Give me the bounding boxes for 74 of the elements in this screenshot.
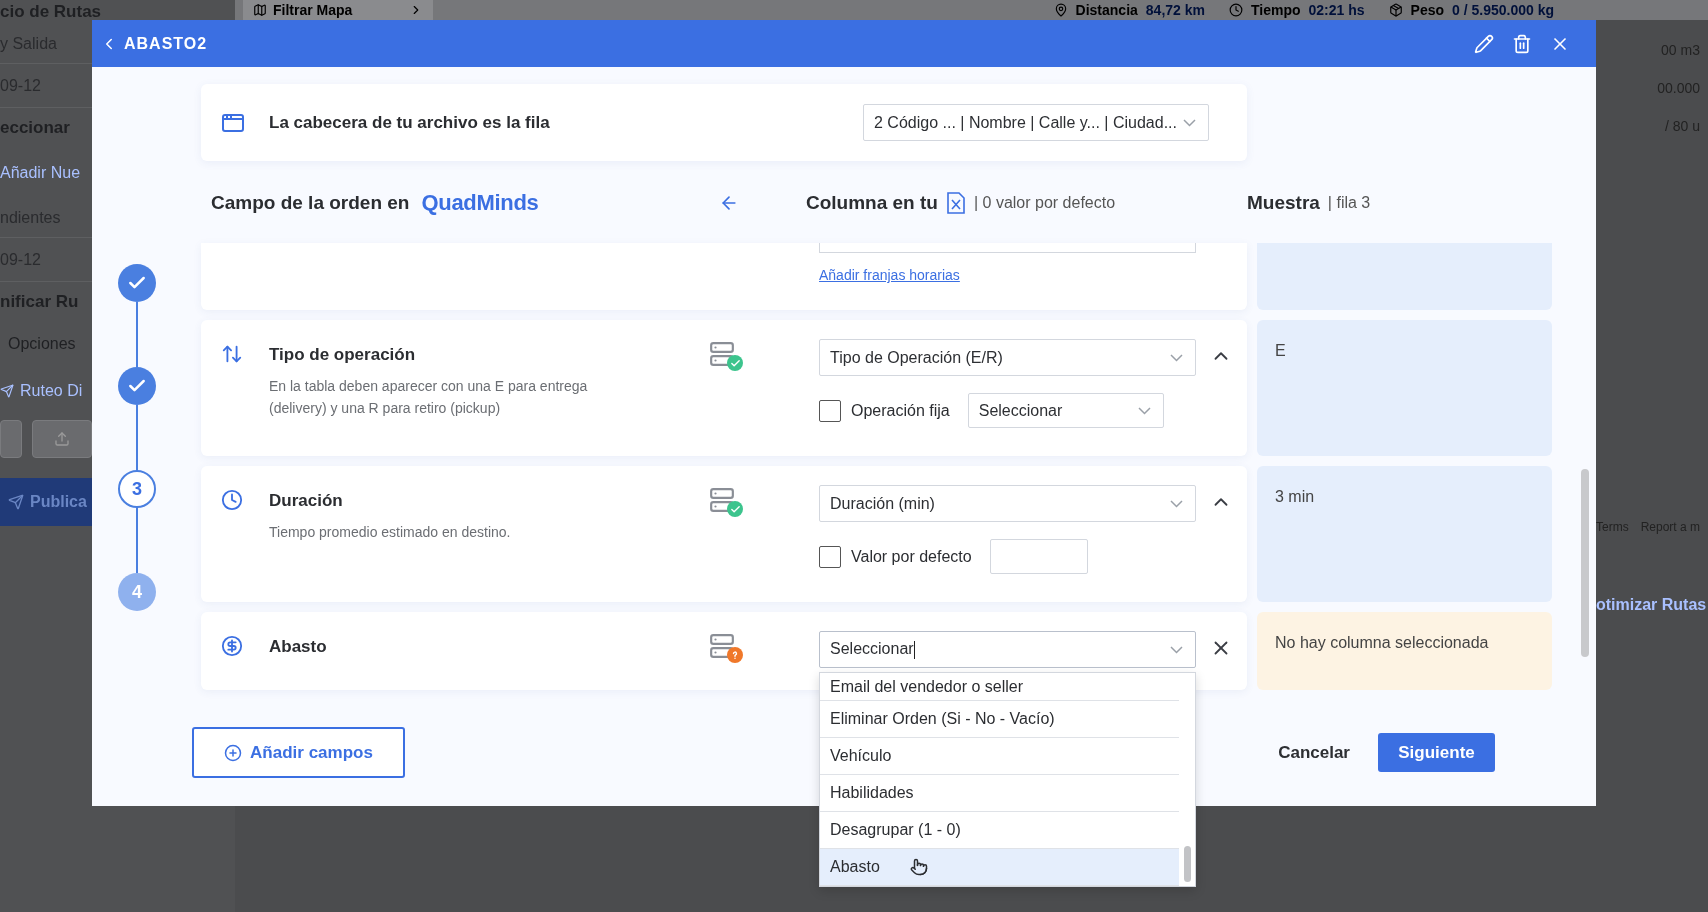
default-value-input[interactable] xyxy=(989,539,1088,574)
stat-icon xyxy=(1388,3,1403,17)
optimize-link[interactable]: otimizar Rutas xyxy=(1596,596,1707,614)
header-row-label: La cabecera de tu archivo es la fila xyxy=(269,112,551,133)
next-button[interactable]: Siguiente xyxy=(1378,733,1495,772)
checkbox-label: Valor por defecto xyxy=(851,547,972,566)
up-down-arrows-icon xyxy=(221,343,243,365)
dropdown-option[interactable]: Eliminar Orden (Si - No - Vacío) xyxy=(820,701,1179,738)
spreadsheet-icon xyxy=(945,192,966,214)
checkbox[interactable] xyxy=(819,399,841,422)
column-select[interactable]: Tipo de Operación (E/R) xyxy=(819,339,1196,376)
stat-value: 0 / 5.950.000 kg xyxy=(1452,2,1554,18)
step-connector xyxy=(136,405,138,470)
step-indicator: 3 xyxy=(118,470,156,508)
stat-label: Distancia xyxy=(1075,2,1138,18)
add-time-windows-link[interactable]: Añadir franjas horarias xyxy=(819,267,960,283)
field-description: En la tabla deben aparecer con una E para entrega (delivery) y una R para retiro (pickup) xyxy=(269,377,589,418)
dropdown-option[interactable]: Email del vendedor o seller xyxy=(820,673,1179,701)
header-row-select[interactable]: 2 Código ... | Nombre | Calle y... | Ciudad... xyxy=(863,104,1209,141)
field-title: Duración xyxy=(269,490,344,511)
sidebar-link[interactable]: Ruteo Di xyxy=(20,382,83,400)
cancel-button[interactable]: Cancelar xyxy=(1260,733,1368,772)
chevron-down-icon xyxy=(1170,353,1183,362)
field-title: Abasto xyxy=(269,636,328,657)
trash-icon[interactable] xyxy=(1512,33,1532,54)
stat-value: 84,72 km xyxy=(1145,2,1205,18)
sample-value: No hay columna seleccionada xyxy=(1257,612,1552,690)
send-icon xyxy=(8,494,24,510)
step-indicator: 4 xyxy=(118,573,156,611)
chevron-down-icon xyxy=(1170,499,1183,508)
stat-label: Peso xyxy=(1410,2,1445,18)
brand-logo: QuadMinds xyxy=(421,190,539,216)
send-icon xyxy=(0,384,14,398)
option-select[interactable]: Seleccionar xyxy=(967,393,1164,428)
modal-title: ABASTO2 xyxy=(124,34,208,53)
dropdown-option[interactable]: Desagrupar (1 - 0) xyxy=(820,812,1179,849)
column-heading: Campo de la orden en xyxy=(211,192,410,214)
column-select[interactable]: Duración (min) xyxy=(819,485,1196,522)
column-note: | 0 valor por defecto xyxy=(973,194,1116,212)
sidebar-link[interactable]: Añadir Nue xyxy=(0,164,81,182)
sample-value: 3 min xyxy=(1257,466,1552,602)
column-select[interactable]: Seleccionar xyxy=(819,631,1196,668)
edit-icon[interactable] xyxy=(1474,33,1494,54)
dollar-icon xyxy=(221,635,243,657)
stat-icon xyxy=(1229,3,1243,17)
hand-cursor-icon xyxy=(909,858,928,876)
column-heading: Columna en tu xyxy=(806,192,938,214)
step-connector xyxy=(136,302,138,367)
stat-label: Tiempo xyxy=(1251,2,1301,18)
chevron-down-icon xyxy=(1137,406,1151,415)
clock-icon xyxy=(221,489,243,511)
plus-circle-icon xyxy=(224,743,243,762)
chevron-down-icon xyxy=(1170,645,1183,654)
column-note: | fila 3 xyxy=(1327,194,1371,212)
filter-map-button[interactable]: Filtrar Mapa xyxy=(243,0,433,20)
map-icon xyxy=(253,3,267,17)
scrollbar-thumb[interactable] xyxy=(1581,469,1589,657)
add-fields-button[interactable]: Añadir campos xyxy=(192,727,405,778)
dropdown-option[interactable]: Vehículo xyxy=(820,738,1179,775)
upload-icon xyxy=(54,431,70,447)
time-window-field[interactable] xyxy=(819,243,1196,253)
step-connector xyxy=(136,508,138,573)
sample-value: E xyxy=(1257,320,1552,456)
stat-icon xyxy=(1053,3,1068,17)
checkbox-label: Operación fija xyxy=(851,401,950,420)
field-description: Tiempo promedio estimado en destino. xyxy=(269,523,512,542)
scrollbar-thumb[interactable] xyxy=(1184,846,1191,882)
column-heading: Muestra xyxy=(1247,192,1320,214)
dropdown-option[interactable]: Habilidades xyxy=(820,775,1179,812)
checkbox[interactable] xyxy=(819,545,841,568)
stat-value: 02:21 hs xyxy=(1308,2,1365,18)
chevron-down-icon xyxy=(1183,118,1196,127)
field-title: Tipo de operación xyxy=(269,344,417,365)
dropdown-option[interactable]: Abasto xyxy=(820,849,1179,886)
